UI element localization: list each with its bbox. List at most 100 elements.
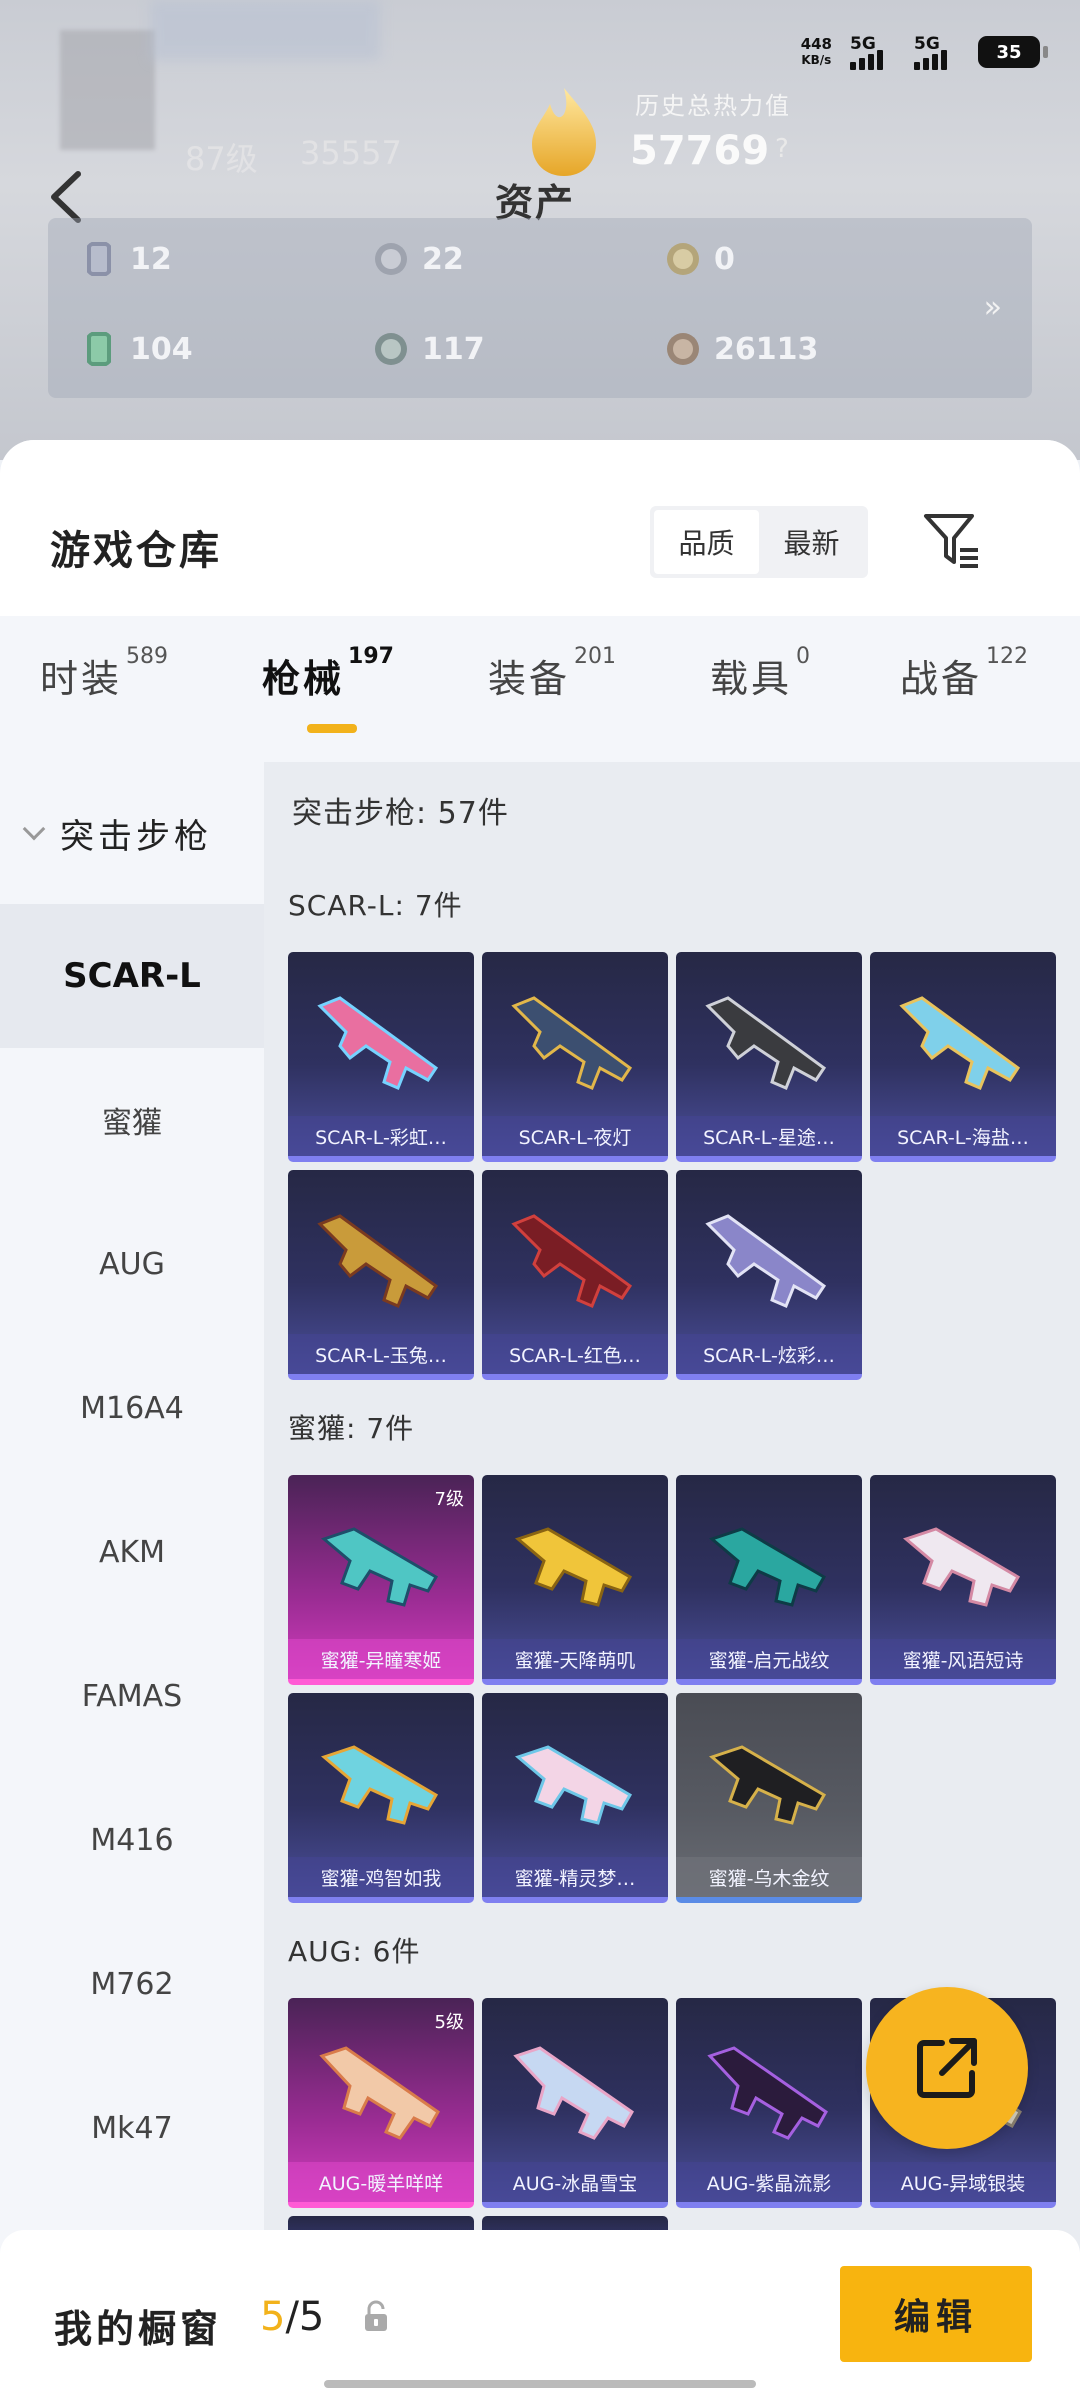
asset-header: 448 KB/s 5G 5G 35 87级 35557 资产 历史总热力值 57… bbox=[0, 0, 1080, 460]
showcase-count: 5/5 bbox=[260, 2294, 325, 2340]
unlock-icon bbox=[365, 2300, 387, 2331]
asset-item: 117 bbox=[374, 330, 485, 368]
sidebar-item[interactable]: SCAR-L bbox=[0, 904, 264, 1048]
bronze-coin-icon bbox=[667, 333, 699, 365]
platinum-coin-icon bbox=[375, 333, 407, 365]
weapon-card[interactable]: 蜜獾-风语短诗 bbox=[870, 1475, 1056, 1685]
weapon-card[interactable]: AUG-冰晶雪宝 bbox=[482, 1998, 668, 2208]
heat-value: 57769 bbox=[630, 128, 770, 174]
showcase-bar: 我的橱窗 5/5 编辑 bbox=[0, 2230, 1080, 2400]
gold-coin-icon bbox=[667, 243, 699, 275]
weapon-card[interactable]: SCAR-L-星途… bbox=[676, 952, 862, 1162]
smg-icon bbox=[320, 1745, 439, 1825]
weapon-card[interactable]: SCAR-L-炫彩… bbox=[676, 1170, 862, 1380]
smg-icon bbox=[708, 1527, 827, 1607]
help-icon[interactable]: ? bbox=[775, 134, 789, 164]
weapon-card[interactable]: 蜜獾-启元战纹 bbox=[676, 1475, 862, 1685]
category-assault-rifle[interactable]: 突击步枪 bbox=[0, 762, 264, 904]
tab-vehicles[interactable]: 载具0 bbox=[710, 644, 810, 703]
green-ticket-icon bbox=[87, 332, 111, 366]
tab-costume[interactable]: 时装589 bbox=[40, 644, 168, 703]
home-indicator bbox=[324, 2380, 756, 2388]
sidebar-item[interactable]: FAMAS bbox=[0, 1624, 264, 1768]
rifle-icon bbox=[705, 996, 827, 1090]
category-tabs: 时装589 枪械197 装备201 载具0 战备122 bbox=[0, 616, 1080, 762]
smg-icon bbox=[902, 1527, 1021, 1607]
smg-icon bbox=[320, 1527, 439, 1607]
asset-item: 12 bbox=[82, 240, 172, 278]
heat-label: 历史总热力值 bbox=[635, 92, 791, 120]
active-tab-indicator bbox=[307, 724, 357, 733]
rifle-icon bbox=[899, 996, 1021, 1090]
tab-supplies[interactable]: 战备122 bbox=[900, 644, 1028, 703]
faded-value: 35557 bbox=[300, 134, 402, 172]
weapon-card[interactable]: SCAR-L-玉兔… bbox=[288, 1170, 474, 1380]
blurred-avatar bbox=[60, 30, 155, 150]
rifle-icon bbox=[511, 1214, 633, 1308]
weapon-card[interactable]: 蜜獾-乌木金纹 bbox=[676, 1693, 862, 1903]
weapon-card[interactable]: SCAR-L-红色… bbox=[482, 1170, 668, 1380]
card-icon bbox=[87, 242, 111, 276]
faded-level: 87级 bbox=[185, 140, 258, 178]
weapon-sidebar: 突击步枪 SCAR-L 蜜獾 AUG M16A4 AKM FAMAS M416 … bbox=[0, 762, 264, 2362]
blurred-banner bbox=[150, 0, 380, 60]
sidebar-item[interactable]: AKM bbox=[0, 1480, 264, 1624]
smg-icon bbox=[514, 1745, 633, 1825]
chevron-down-icon bbox=[22, 817, 46, 841]
weapon-card[interactable]: AUG-紫晶流影 bbox=[676, 1998, 862, 2208]
silver-coin-icon bbox=[375, 243, 407, 275]
back-arrow-icon[interactable] bbox=[46, 170, 86, 224]
edit-button[interactable]: 编辑 bbox=[840, 2266, 1032, 2362]
rifle-icon bbox=[317, 996, 439, 1090]
asset-item: 26113 bbox=[666, 330, 818, 368]
tab-equipment[interactable]: 装备201 bbox=[488, 644, 616, 703]
section-title: SCAR-L: 7件 bbox=[288, 889, 463, 922]
weapon-card[interactable]: SCAR-L-夜灯 bbox=[482, 952, 668, 1162]
section-title: 蜜獾: 7件 bbox=[288, 1412, 415, 1445]
sidebar-item[interactable]: M416 bbox=[0, 1768, 264, 1912]
warehouse-header: 游戏仓库 品质 最新 bbox=[0, 440, 1080, 616]
sidebar-item[interactable]: AUG bbox=[0, 1192, 264, 1336]
sidebar-item[interactable]: 蜜獾 bbox=[0, 1048, 264, 1192]
filter-icon[interactable] bbox=[922, 510, 982, 570]
asset-item: 104 bbox=[82, 330, 193, 368]
more-arrow-icon[interactable]: » bbox=[984, 290, 1002, 325]
sort-toggle: 品质 最新 bbox=[650, 506, 868, 578]
sidebar-item[interactable]: Mk47 bbox=[0, 2056, 264, 2200]
rifle-icon bbox=[513, 2046, 634, 2140]
weapon-card[interactable]: 蜜獾-天降萌叽 bbox=[482, 1475, 668, 1685]
asset-panel: 12 22 0 104 117 26113 » bbox=[48, 218, 1032, 398]
smg-icon bbox=[708, 1745, 827, 1825]
weapon-card[interactable]: 蜜獾-鸡智如我 bbox=[288, 1693, 474, 1903]
warehouse-title: 游戏仓库 bbox=[50, 528, 222, 574]
rifle-icon bbox=[511, 996, 633, 1090]
asset-item: 0 bbox=[666, 240, 735, 278]
smg-icon bbox=[514, 1527, 633, 1607]
share-button[interactable] bbox=[866, 1987, 1028, 2149]
showcase-label: 我的橱窗 bbox=[54, 2307, 223, 2351]
weapon-card[interactable]: 5级 AUG-暖羊咩咩 bbox=[288, 1998, 474, 2208]
signal-5g-2: 5G bbox=[914, 34, 960, 70]
weapon-card[interactable]: 蜜獾-精灵梦… bbox=[482, 1693, 668, 1903]
flame-icon bbox=[532, 88, 596, 176]
tab-firearms[interactable]: 枪械197 bbox=[262, 644, 394, 703]
rifle-icon bbox=[319, 2046, 440, 2140]
rifle-icon bbox=[317, 1214, 439, 1308]
sidebar-item[interactable]: M762 bbox=[0, 1912, 264, 2056]
share-icon bbox=[917, 2038, 977, 2098]
category-count: 突击步枪: 57件 bbox=[292, 796, 509, 831]
rifle-icon bbox=[707, 2046, 828, 2140]
sort-quality-button[interactable]: 品质 bbox=[654, 510, 759, 574]
net-speed: 448 KB/s bbox=[800, 35, 832, 67]
status-bar: 448 KB/s 5G 5G 35 bbox=[800, 34, 1048, 70]
sidebar-item[interactable]: M16A4 bbox=[0, 1336, 264, 1480]
rifle-icon bbox=[705, 1214, 827, 1308]
sort-newest-button[interactable]: 最新 bbox=[759, 510, 864, 574]
battery-icon: 35 bbox=[978, 36, 1048, 68]
weapon-card[interactable]: SCAR-L-彩虹… bbox=[288, 952, 474, 1162]
section-title: AUG: 6件 bbox=[288, 1935, 421, 1968]
signal-5g-1: 5G bbox=[850, 34, 896, 70]
weapon-card[interactable]: SCAR-L-海盐… bbox=[870, 952, 1056, 1162]
asset-item: 22 bbox=[374, 240, 464, 278]
weapon-card[interactable]: 7级 蜜獾-异瞳寒姬 bbox=[288, 1475, 474, 1685]
